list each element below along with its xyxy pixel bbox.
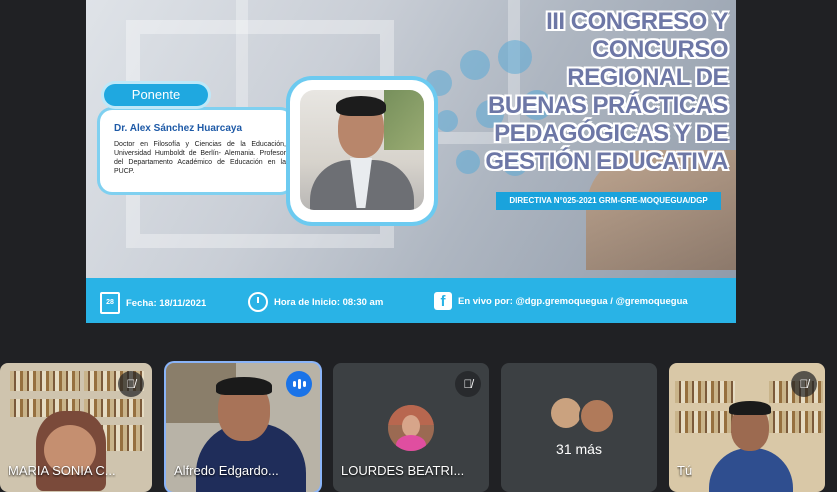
speaker-description: Doctor en Filosofía y Ciencias de la Edu…	[114, 141, 286, 175]
ponente-label: Ponente	[104, 84, 208, 106]
more-participants-tile[interactable]: 31 más	[501, 363, 657, 492]
participant-tile[interactable]: 🎙̸ MARIA SONIA C...	[0, 363, 152, 492]
avatar	[388, 405, 434, 451]
participant-name: LOURDES BEATRI...	[341, 463, 465, 478]
title-line: PEDAGÓGICAS Y DE	[494, 120, 728, 147]
more-count: 31 más	[556, 441, 602, 457]
self-tile[interactable]: 🎙̸ Tú	[669, 363, 825, 492]
live-text: En vivo por: @dgp.gremoquegua / @gremoqu…	[458, 295, 688, 307]
title-line: CONCURSO	[591, 36, 729, 63]
avatar	[551, 398, 581, 428]
participant-tile[interactable]: 🎙̸ LOURDES BEATRI...	[333, 363, 489, 492]
directiva-banner: DIRECTIVA N°025-2021 GRM-GRE-MOQUEGUA/DG…	[496, 192, 721, 210]
participant-tile-active[interactable]: Alfredo Edgardo...	[166, 363, 320, 492]
participant-name: Tú	[677, 463, 693, 478]
avatar	[579, 398, 615, 434]
presentation-slide: III CONGRESO Y CONCURSO REGIONAL DE BUEN…	[86, 0, 736, 323]
date-text: Fecha: 18/11/2021	[126, 297, 207, 309]
clock-icon	[248, 292, 268, 312]
live-item: f En vivo por: @dgp.gremoquegua / @gremo…	[434, 292, 688, 310]
mic-off-icon: 🎙̸	[118, 371, 144, 397]
slide-title: III CONGRESO Y CONCURSO REGIONAL DE BUEN…	[438, 8, 728, 176]
mic-off-icon: 🎙̸	[791, 371, 817, 397]
title-line: III CONGRESO Y	[546, 8, 728, 35]
speaker-photo-frame	[290, 80, 434, 222]
participant-name: Alfredo Edgardo...	[174, 463, 279, 478]
mic-off-icon: 🎙̸	[455, 371, 481, 397]
title-line: BUENAS PRÁCTICAS	[487, 92, 729, 119]
title-line: REGIONAL DE	[567, 64, 728, 91]
date-item: 28 Fecha: 18/11/2021	[100, 292, 206, 314]
slide-footer: 28 Fecha: 18/11/2021 Hora de Inicio: 08:…	[86, 278, 736, 323]
audio-level-icon	[286, 371, 312, 397]
speaker-name: Dr. Alex Sánchez Huarcaya	[114, 123, 243, 134]
time-text: Hora de Inicio: 08:30 am	[274, 296, 384, 308]
calendar-icon: 28	[100, 292, 120, 314]
facebook-icon: f	[434, 292, 452, 310]
time-item: Hora de Inicio: 08:30 am	[248, 292, 383, 312]
participant-name: MARIA SONIA C...	[8, 463, 116, 478]
title-line: GESTIÓN EDUCATIVA	[485, 148, 728, 175]
speaker-photo	[300, 90, 424, 210]
